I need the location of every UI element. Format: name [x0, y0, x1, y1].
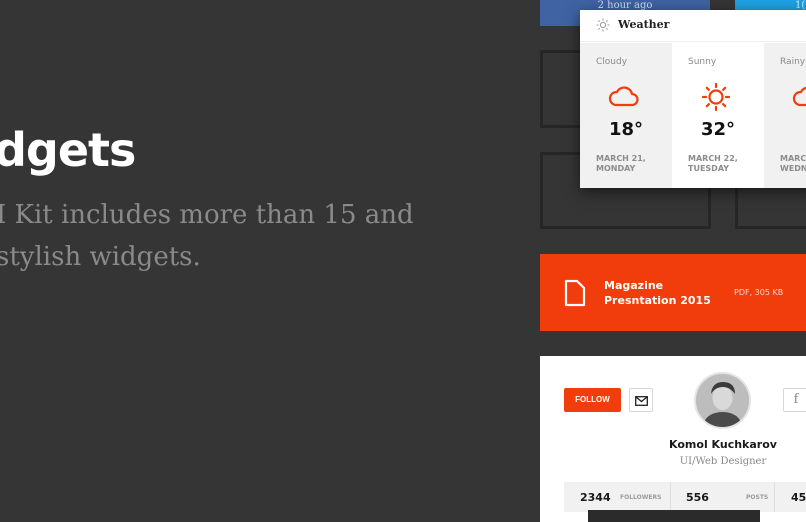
weather-temperature: 32° — [700, 119, 736, 140]
facebook-button[interactable]: f — [783, 388, 806, 412]
file-meta: PDF, 305 KB — [734, 288, 784, 297]
mail-icon — [635, 396, 648, 406]
magazine-download-banner[interactable]: Magazine Presntation 2015 PDF, 305 KB — [540, 254, 806, 331]
cloud-icon — [608, 86, 639, 107]
profile-stats: 2344 FOLLOWERS 556 POSTS 45 — [564, 482, 806, 512]
stat-value: 2344 — [580, 491, 611, 504]
weather-day-rainy[interactable]: Rainy ( MARCH WEDN — [764, 43, 806, 188]
stat-value: 45 — [791, 491, 806, 504]
hero-description: I Kit includes more than 15 and stylish … — [0, 200, 414, 272]
stat-followers: 2344 FOLLOWERS — [564, 482, 670, 512]
stat-label: POSTS — [746, 494, 769, 501]
weather-header: Weather — [580, 10, 806, 42]
weather-condition: Sunny — [688, 57, 717, 67]
weather-widget: Weather Cloudy 18° MARCH 21, MONDAY Sunn… — [580, 10, 806, 188]
follow-button[interactable]: FOLLOW — [564, 388, 621, 412]
sun-icon — [701, 83, 731, 111]
weather-temperature: ( — [764, 119, 806, 140]
weather-temperature: 18° — [608, 119, 644, 140]
hero-title: dgets — [0, 123, 136, 177]
stat-value: 556 — [686, 491, 709, 504]
weather-date: MARCH WEDN — [780, 154, 806, 173]
weather-day-sunny[interactable]: Sunny 32° MARCH 22, TUESDAY — [672, 43, 764, 188]
weather-title: Weather — [618, 18, 670, 31]
profile-role: UI/Web Designer — [679, 456, 767, 467]
weather-date: MARCH 22, TUESDAY — [688, 154, 738, 173]
stat-posts: 556 POSTS — [671, 482, 774, 512]
magazine-title: Magazine Presntation 2015 — [604, 279, 711, 307]
document-icon — [564, 279, 586, 307]
hover-tooltip — [588, 510, 760, 522]
message-button[interactable] — [629, 388, 653, 412]
rain-cloud-icon — [792, 86, 806, 107]
stat-label: FOLLOWERS — [620, 494, 662, 501]
profile-widget: FOLLOW f Komol Kuchkarov UI/Web Designer… — [540, 356, 806, 522]
stat-third: 45 — [775, 482, 806, 512]
weather-condition: Rainy — [780, 57, 806, 67]
avatar-photo — [696, 374, 749, 427]
avatar[interactable] — [694, 372, 751, 429]
weather-day-cloudy[interactable]: Cloudy 18° MARCH 21, MONDAY — [580, 43, 672, 188]
profile-name: Komol Kuchkarov — [669, 438, 777, 451]
sun-icon — [596, 18, 610, 32]
weather-date: MARCH 21, MONDAY — [596, 154, 646, 173]
weather-condition: Cloudy — [596, 57, 628, 67]
